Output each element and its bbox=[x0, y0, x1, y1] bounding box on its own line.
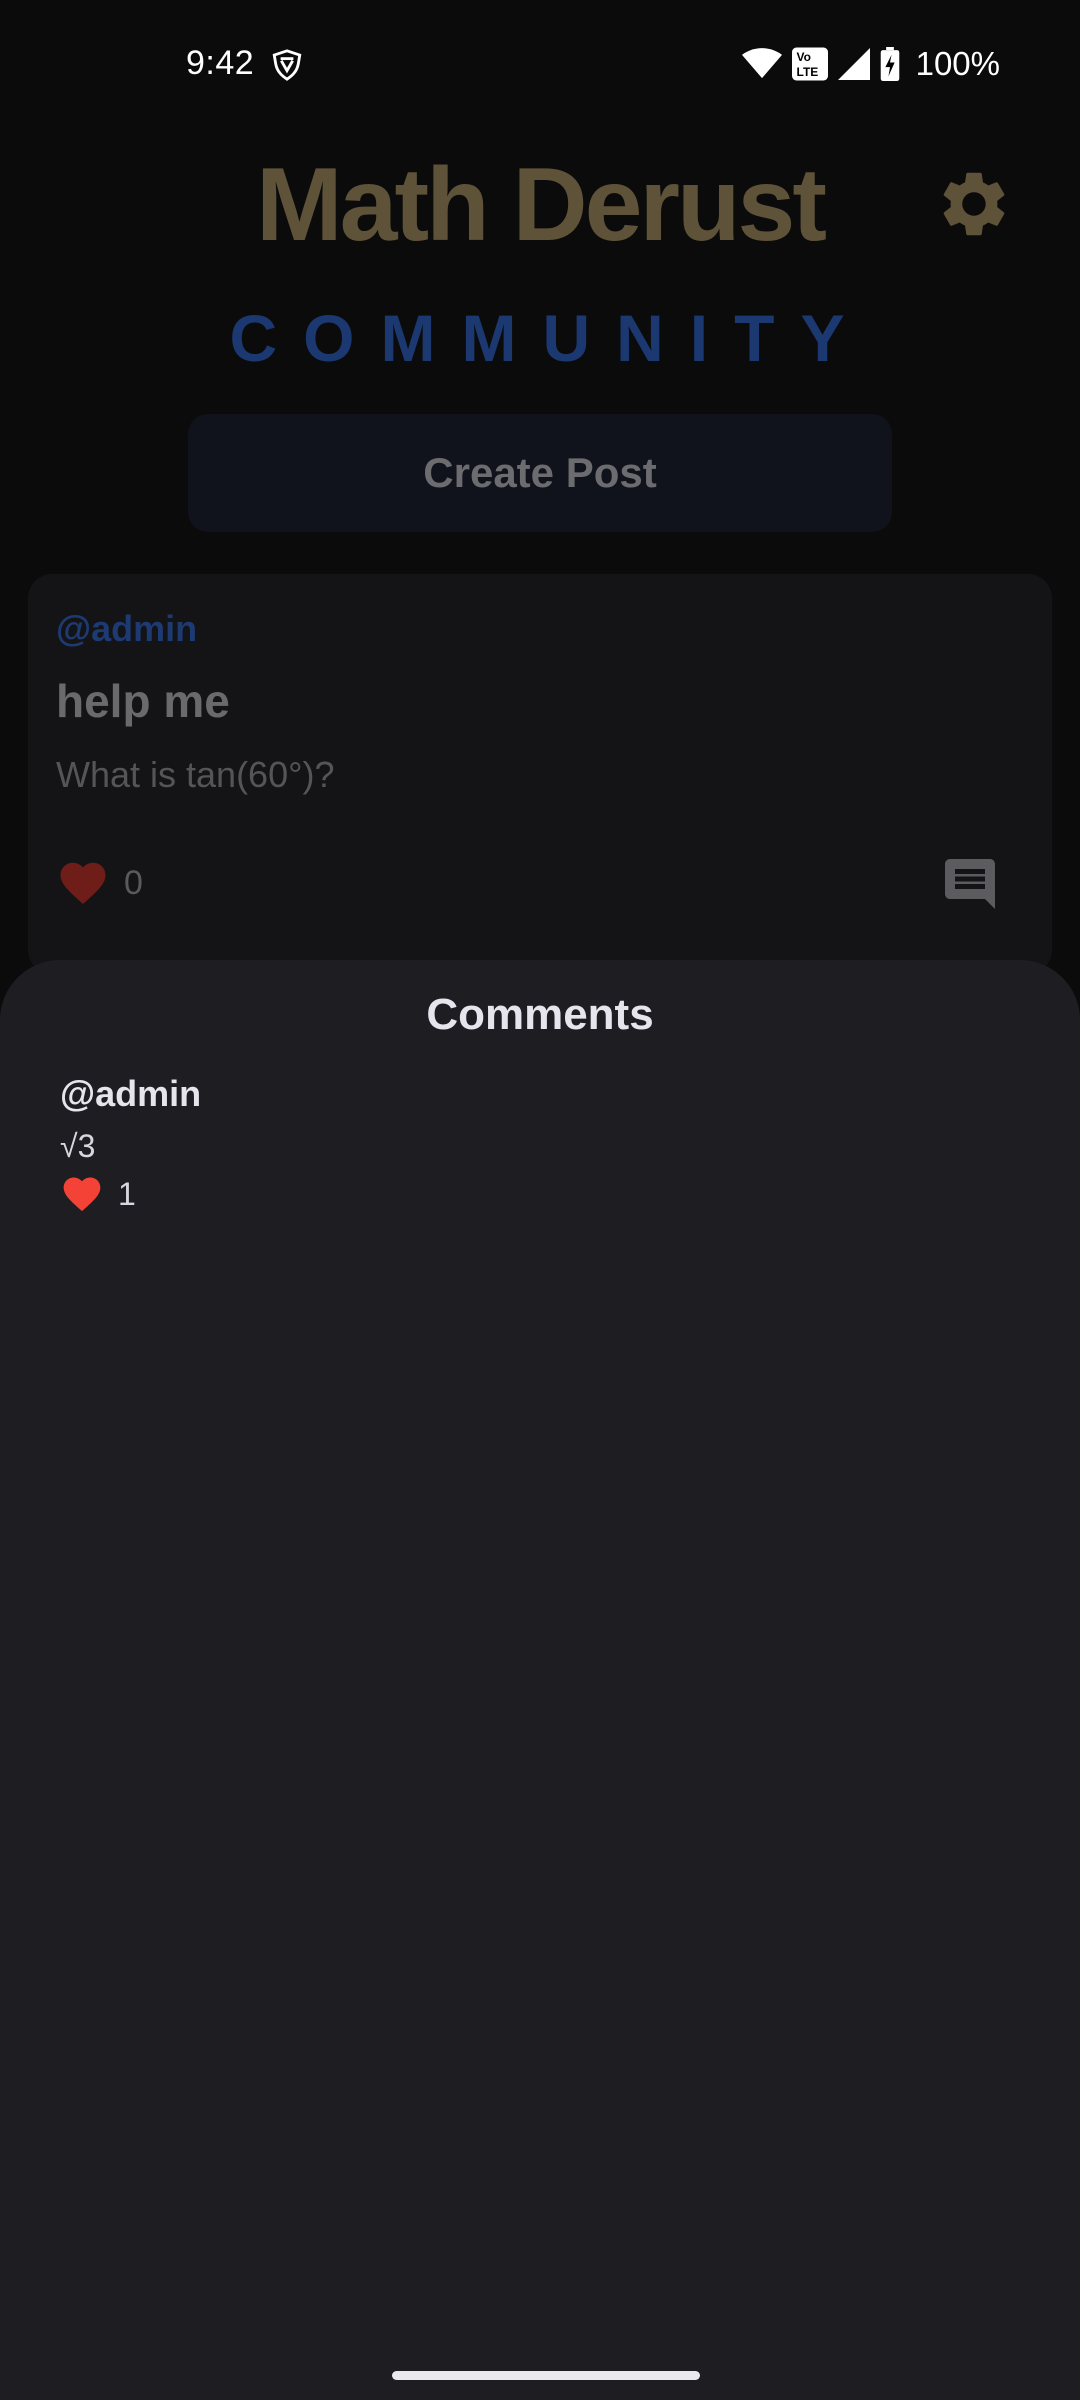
svg-text:Vo: Vo bbox=[796, 50, 810, 64]
post-body: What is tan(60°)? bbox=[56, 754, 335, 795]
cell-signal-icon bbox=[837, 48, 870, 80]
heart-icon[interactable] bbox=[56, 856, 110, 910]
status-bar: 9:42 Vo LTE 100% bbox=[0, 0, 1080, 120]
post-card[interactable]: @admin help me What is tan(60°)? 0 bbox=[28, 574, 1052, 974]
svg-text:LTE: LTE bbox=[796, 65, 818, 79]
battery-charging-icon bbox=[880, 47, 899, 81]
volte-icon: Vo LTE bbox=[791, 47, 828, 81]
post-like-count: 0 bbox=[124, 864, 143, 902]
heart-icon[interactable] bbox=[60, 1172, 104, 1216]
comment-text: √3 bbox=[60, 1128, 96, 1164]
home-indicator[interactable] bbox=[392, 2371, 700, 2380]
battery-percent: 100% bbox=[915, 45, 1000, 82]
comment-icon[interactable] bbox=[940, 854, 1000, 914]
comments-title: Comments bbox=[426, 990, 654, 1039]
gear-icon[interactable] bbox=[935, 165, 1013, 243]
vpn-shield-icon bbox=[272, 49, 302, 81]
community-subtitle: COMMUNITY bbox=[229, 301, 871, 375]
comments-sheet[interactable]: Comments @admin √3 1 bbox=[0, 960, 1080, 2400]
wifi-icon bbox=[741, 48, 782, 79]
screen: 9:42 Vo LTE 100% Math Derust COMMUNITY C… bbox=[0, 0, 1080, 2400]
comment-like-row: 1 bbox=[60, 1172, 1020, 1216]
comment-item: @admin √3 1 bbox=[60, 1072, 1020, 1216]
status-icons: Vo LTE 100% bbox=[741, 44, 1000, 84]
app-title: Math Derust bbox=[256, 147, 827, 263]
status-time: 9:42 bbox=[186, 44, 255, 82]
comment-like-count: 1 bbox=[118, 1175, 136, 1212]
post-title: help me bbox=[56, 675, 230, 727]
create-post-button[interactable]: Create Post bbox=[188, 414, 892, 532]
comment-author[interactable]: @admin bbox=[60, 1072, 1020, 1116]
post-author[interactable]: @admin bbox=[56, 608, 197, 650]
